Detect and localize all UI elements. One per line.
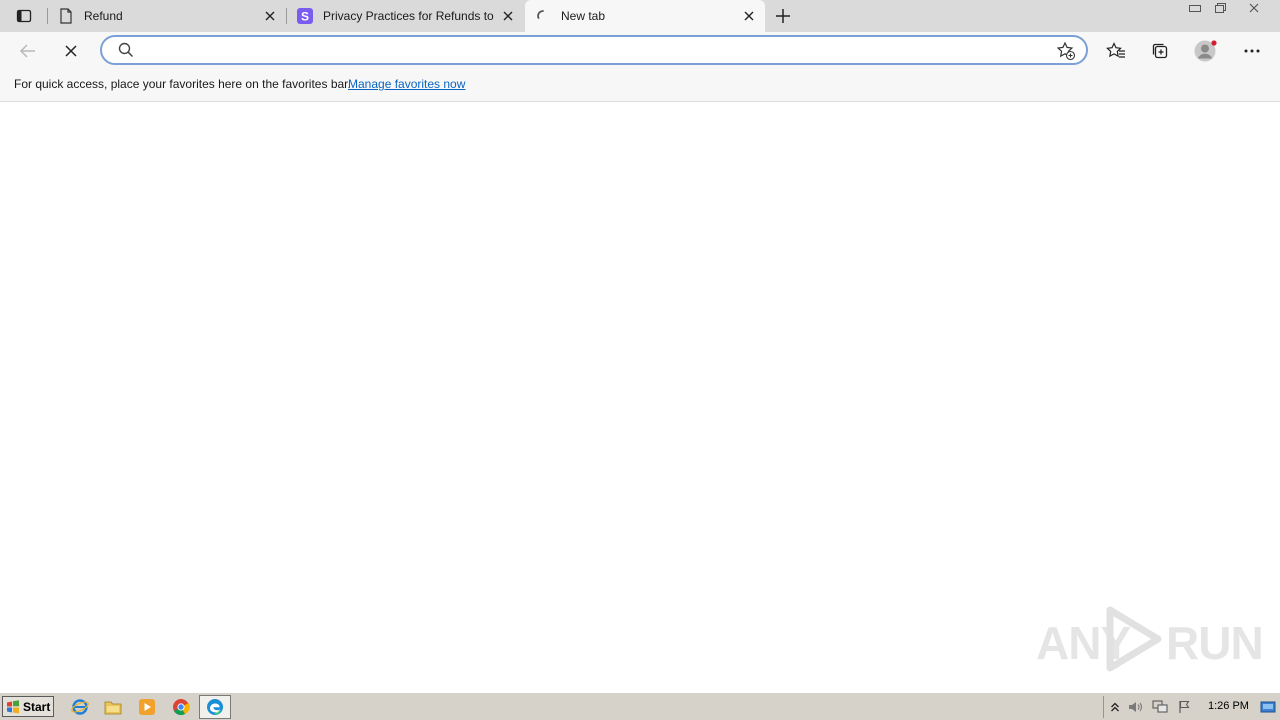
- close-tab-icon[interactable]: [260, 6, 280, 26]
- network-icon[interactable]: [1152, 699, 1168, 715]
- browser-toolbar: [0, 32, 1280, 70]
- settings-more-button[interactable]: [1237, 36, 1267, 66]
- file-explorer-icon[interactable]: [103, 697, 123, 717]
- volume-icon[interactable]: [1128, 699, 1144, 715]
- taskbar-clock[interactable]: 1:26 PM: [1208, 700, 1249, 712]
- address-input[interactable]: [140, 41, 1044, 61]
- media-player-icon[interactable]: [137, 697, 157, 717]
- restore-window-icon[interactable]: [1209, 1, 1231, 15]
- s-logo-icon: S: [297, 8, 313, 24]
- tab-refund[interactable]: Refund: [48, 0, 286, 32]
- chrome-icon[interactable]: [171, 697, 191, 717]
- close-window-icon[interactable]: [1243, 1, 1265, 15]
- loading-spinner-icon: [535, 8, 551, 24]
- start-label: Start: [23, 699, 51, 714]
- tab-actions-menu-icon[interactable]: [10, 6, 38, 26]
- svg-text:S: S: [301, 10, 309, 24]
- tray-separator: [1103, 696, 1104, 718]
- tab-title: New tab: [561, 9, 606, 23]
- windows-logo-icon: [6, 699, 20, 714]
- document-icon: [58, 8, 74, 24]
- stop-loading-button[interactable]: [56, 36, 86, 66]
- tab-new-tab[interactable]: New tab: [525, 0, 765, 32]
- favorites-bar-message: For quick access, place your favorites h…: [14, 77, 351, 91]
- new-tab-button[interactable]: [772, 5, 794, 27]
- edge-icon[interactable]: [205, 697, 225, 717]
- taskbar: Start 1:26 PM: [0, 692, 1280, 720]
- tab-strip: Refund S Privacy Practices for Refunds t…: [0, 0, 1280, 32]
- manage-favorites-link[interactable]: Manage favorites now: [348, 77, 465, 91]
- show-desktop-icon[interactable]: [1260, 699, 1276, 715]
- minimize-window-icon[interactable]: [1184, 1, 1206, 15]
- page-content: [0, 102, 1280, 692]
- address-bar[interactable]: [100, 35, 1088, 65]
- close-tab-icon[interactable]: [498, 6, 518, 26]
- tab-privacy-practices[interactable]: S Privacy Practices for Refunds to E: [287, 0, 524, 32]
- start-button[interactable]: Start: [2, 696, 54, 717]
- favorites-bar: For quick access, place your favorites h…: [0, 70, 1280, 102]
- anyrun-watermark: ANY RUN: [1036, 606, 1264, 672]
- action-center-flag-icon[interactable]: [1177, 699, 1193, 715]
- close-tab-icon[interactable]: [739, 6, 759, 26]
- favorites-button[interactable]: [1101, 36, 1131, 66]
- watermark-text-right: RUN: [1166, 617, 1264, 669]
- profile-avatar[interactable]: [1191, 36, 1221, 66]
- internet-explorer-icon[interactable]: [70, 697, 90, 717]
- collections-button[interactable]: [1145, 36, 1175, 66]
- add-to-favorites-icon[interactable]: [1056, 41, 1076, 66]
- show-hidden-icons-icon[interactable]: [1107, 699, 1123, 715]
- tab-title: Refund: [84, 9, 123, 23]
- back-button[interactable]: [13, 36, 43, 66]
- tab-title: Privacy Practices for Refunds to E: [323, 9, 498, 23]
- play-logo-icon: [1102, 606, 1164, 677]
- search-icon: [118, 42, 134, 63]
